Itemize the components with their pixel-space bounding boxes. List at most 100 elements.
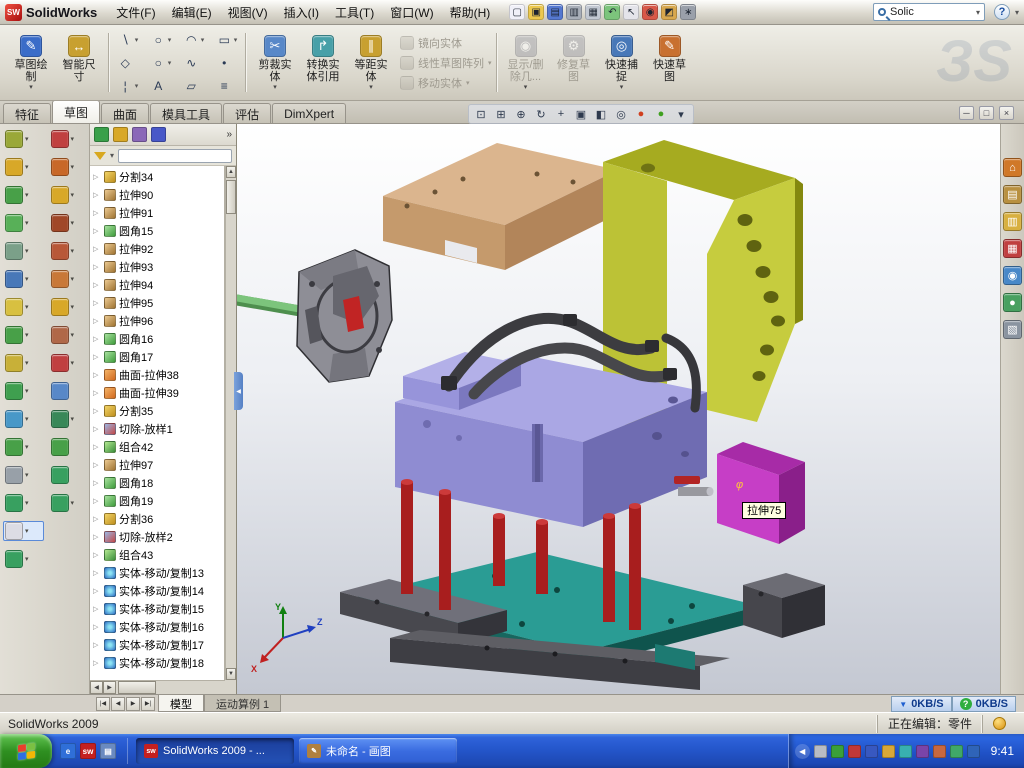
toolbar-options-icon[interactable]: ▾ xyxy=(1015,8,1019,17)
smart-dimension-button[interactable]: ↔ 智能尺寸 ▾ xyxy=(55,33,103,92)
tree-item[interactable]: ▷ 切除-放样2 xyxy=(90,528,224,546)
tree-item[interactable]: ▷ 拉伸91 xyxy=(90,204,224,222)
expand-arrow-icon[interactable]: ▷ xyxy=(93,533,101,541)
new-document-icon[interactable]: ▢ xyxy=(509,4,525,20)
appearances-icon[interactable]: ◉ xyxy=(1003,266,1022,285)
view-palette-icon[interactable]: ▦ xyxy=(1003,239,1022,258)
tree-item[interactable]: ▷ 实体-移动/复制16 xyxy=(90,618,224,636)
intersect-tool-icon[interactable]: ▾ xyxy=(49,437,90,457)
tree-item[interactable]: ▷ 组合43 xyxy=(90,546,224,564)
sketch-button[interactable]: ✎ 草图绘制 ▾ xyxy=(7,33,55,92)
expand-arrow-icon[interactable]: ▷ xyxy=(93,443,101,451)
expand-arrow-icon[interactable]: ▷ xyxy=(93,659,101,667)
expand-arrow-icon[interactable]: ▷ xyxy=(93,479,101,487)
offset-tool-icon[interactable]: ▾ xyxy=(3,437,44,457)
save-icon[interactable]: ▤ xyxy=(547,4,563,20)
options-icon[interactable]: ∗ xyxy=(680,4,696,20)
scroll-left-icon[interactable]: ◀ xyxy=(90,681,103,694)
scale-entities-icon[interactable]: ▾ xyxy=(49,185,90,205)
rectangle-tool[interactable]: ▭ ▾ xyxy=(210,28,243,51)
construction-geometry-icon[interactable]: ▾ xyxy=(3,465,44,485)
tray-icon-6[interactable] xyxy=(899,745,912,758)
print-icon[interactable]: ▥ xyxy=(566,4,582,20)
tray-icon-2[interactable] xyxy=(831,745,844,758)
tray-collapse-icon[interactable]: ◀ xyxy=(795,744,810,759)
tree-item[interactable]: ▷ 分割36 xyxy=(90,510,224,528)
zoom-fit-icon[interactable]: ⊡ xyxy=(472,106,490,122)
command-tab[interactable]: 特征 xyxy=(3,103,51,123)
tree-item[interactable]: ▷ 分割34 xyxy=(90,168,224,186)
quick-snaps-button[interactable]: ◎ 快速捕捉 ▾ xyxy=(598,33,646,92)
expand-arrow-icon[interactable]: ▷ xyxy=(93,245,101,253)
tree-item[interactable]: ▷ 实体-移动/复制18 xyxy=(90,654,224,672)
configurationmanager-tab-icon[interactable] xyxy=(132,127,147,142)
expand-arrow-icon[interactable]: ▷ xyxy=(93,425,101,433)
tree-item[interactable]: ▷ 拉伸97 xyxy=(90,456,224,474)
spline-tool[interactable]: ∿ ▾ xyxy=(177,51,210,74)
panel-splitter-handle[interactable]: ◀ xyxy=(234,372,243,410)
sketch-pencil-icon[interactable]: ▾ xyxy=(3,521,44,541)
rebuild-icon[interactable]: ◉ xyxy=(642,4,658,20)
tree-item[interactable]: ▷ 拉伸93 xyxy=(90,258,224,276)
display-style-icon[interactable]: ◧ xyxy=(592,106,610,122)
ellipse-tool[interactable]: ○ ▾ xyxy=(144,51,177,74)
file-explorer-icon[interactable]: ▥ xyxy=(1003,212,1022,231)
menu-item[interactable]: 文件(F) xyxy=(108,0,163,25)
rotate-view-icon[interactable]: ↻ xyxy=(532,106,550,122)
extrude-tool-icon[interactable]: ▾ xyxy=(3,185,44,205)
expand-arrow-icon[interactable]: ▷ xyxy=(93,281,101,289)
convert-entities-icon[interactable]: ▾ xyxy=(49,409,90,429)
quick-tips-icon[interactable] xyxy=(993,717,1006,730)
dimxpertmanager-tab-icon[interactable] xyxy=(151,127,166,142)
circle-tool[interactable]: ○ ▾ xyxy=(144,28,177,51)
erase-entities-icon[interactable]: ▾ xyxy=(49,353,90,373)
copy-entities-icon[interactable]: ▾ xyxy=(49,213,90,233)
study-tab[interactable]: 模型 xyxy=(158,695,204,712)
tray-icon-3[interactable] xyxy=(848,745,861,758)
command-tab[interactable]: 草图 xyxy=(52,100,100,123)
study-tab[interactable]: 运动算例 1 xyxy=(204,695,281,712)
expand-arrow-icon[interactable]: ▷ xyxy=(93,623,101,631)
tree-item[interactable]: ▷ 实体-移动/复制15 xyxy=(90,600,224,618)
print-preview-icon[interactable]: ▦ xyxy=(585,4,601,20)
hide-show-items-icon[interactable]: ◎ xyxy=(612,106,630,122)
curve-tool-icon[interactable]: ▾ xyxy=(3,549,44,569)
tree-item[interactable]: ▷ 分割35 xyxy=(90,402,224,420)
restore-window-icon[interactable]: □ xyxy=(979,106,994,120)
tree-filter-input[interactable] xyxy=(118,149,232,163)
internet-explorer-icon[interactable]: e xyxy=(60,743,76,759)
clamp-fixture[interactable] xyxy=(297,250,392,382)
meter-help-icon[interactable]: ? xyxy=(960,698,972,710)
expand-arrow-icon[interactable]: ▷ xyxy=(93,317,101,325)
convert-entities-button[interactable]: ↱ 转换实体引用 ▾ xyxy=(299,33,347,92)
search-input[interactable]: Solic ▾ xyxy=(873,3,985,21)
task-button[interactable]: sw SolidWorks 2009 - ... xyxy=(136,738,294,764)
tray-icon-1[interactable] xyxy=(814,745,827,758)
expand-arrow-icon[interactable]: ▷ xyxy=(93,299,101,307)
repair-sketch-button[interactable]: ⚙ 修复草图 ▾ xyxy=(550,33,598,92)
tray-icon-4[interactable] xyxy=(865,745,878,758)
stretch-entities-icon[interactable]: ▾ xyxy=(49,269,90,289)
tree-horizontal-scrollbar[interactable]: ◀ ▶ xyxy=(90,680,225,694)
apply-scene-icon[interactable]: ● xyxy=(652,106,670,122)
sweep-tool-icon[interactable]: ▾ xyxy=(3,241,44,261)
scrollbar-thumb[interactable] xyxy=(226,180,236,214)
expand-arrow-icon[interactable]: ▷ xyxy=(93,191,101,199)
minimize-window-icon[interactable]: ─ xyxy=(959,106,974,120)
grid-snap-icon[interactable]: ▾ xyxy=(3,129,44,149)
expand-arrow-icon[interactable]: ▷ xyxy=(93,371,101,379)
expand-arrow-icon[interactable]: ▷ xyxy=(93,209,101,217)
scrollbar-thumb[interactable] xyxy=(118,681,156,694)
expand-arrow-icon[interactable]: ▷ xyxy=(93,641,101,649)
tree-item[interactable]: ▷ 拉伸90 xyxy=(90,186,224,204)
tree-item[interactable]: ▷ 圆角17 xyxy=(90,348,224,366)
open-icon[interactable]: ▣ xyxy=(528,4,544,20)
menu-item[interactable]: 视图(V) xyxy=(220,0,276,25)
show-desktop-icon[interactable]: ▤ xyxy=(100,743,116,759)
shell-tool-icon[interactable]: ▾ xyxy=(3,381,44,401)
home-icon[interactable]: ⌂ xyxy=(1003,158,1022,177)
expand-arrow-icon[interactable]: ▷ xyxy=(93,569,101,577)
panel-overflow-icon[interactable]: » xyxy=(226,129,232,140)
command-tab[interactable]: 曲面 xyxy=(101,103,149,123)
scroll-down-icon[interactable]: ▼ xyxy=(226,668,236,680)
